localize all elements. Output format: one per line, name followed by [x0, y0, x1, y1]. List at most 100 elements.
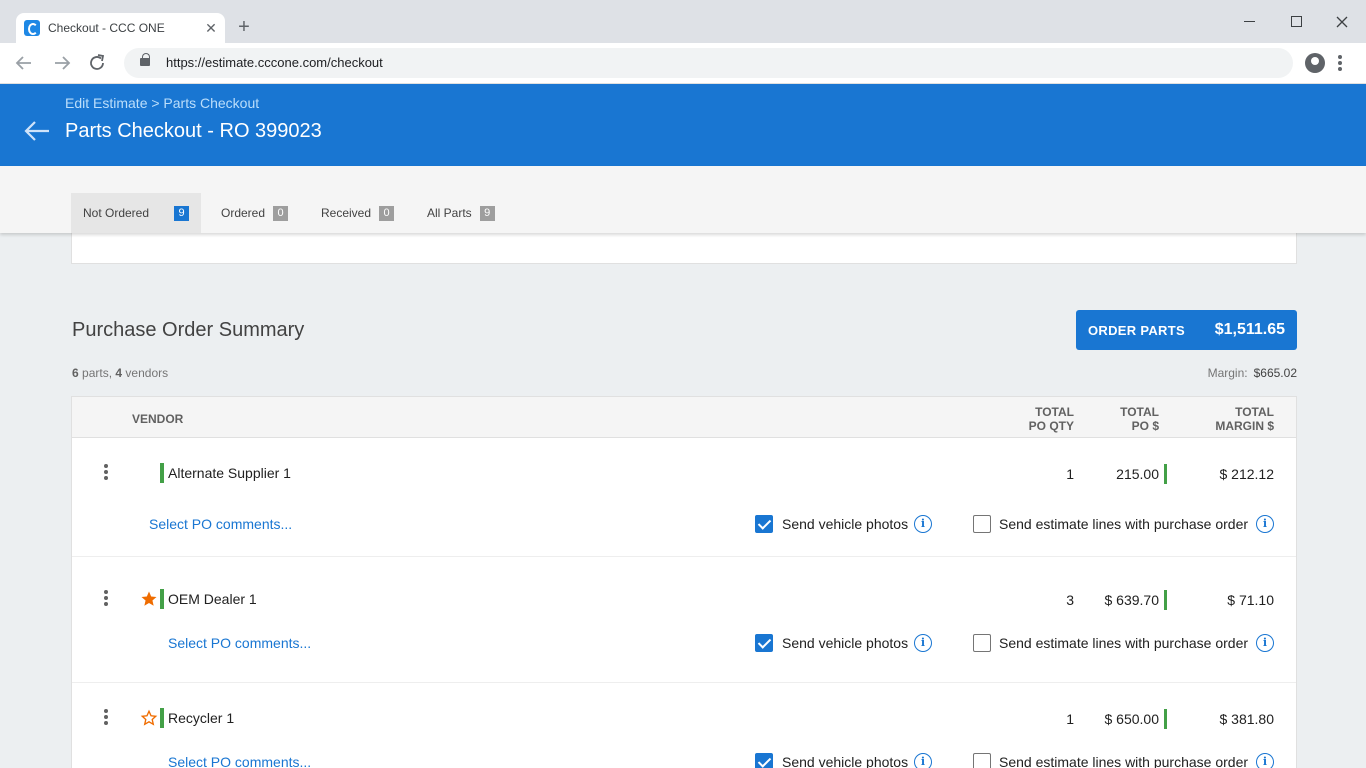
- margin-value: $665.02: [1253, 366, 1297, 380]
- header-vendor: VENDOR: [132, 412, 184, 426]
- send-lines-label: Send estimate lines with purchase order: [999, 635, 1249, 651]
- info-icon[interactable]: i: [914, 753, 932, 768]
- info-icon[interactable]: i: [914, 515, 932, 533]
- count-badge: 0: [379, 205, 395, 221]
- send-lines-checkbox[interactable]: [973, 634, 991, 652]
- order-parts-amount: $1,511.65: [1214, 321, 1285, 338]
- header-po-line1: TOTAL: [1120, 405, 1159, 419]
- tab-not-ordered[interactable]: Not Ordered 9: [71, 193, 201, 233]
- po-comments-link[interactable]: Select PO comments...: [168, 754, 311, 768]
- tab-label: All Parts: [427, 206, 472, 220]
- header-margin: TOTAL MARGIN $: [1184, 405, 1274, 433]
- po-comments-link[interactable]: Select PO comments...: [168, 635, 311, 651]
- new-tab-icon[interactable]: +: [233, 16, 255, 38]
- parts-count: 6: [72, 366, 79, 380]
- header-qty-line2: PO QTY: [1028, 419, 1074, 433]
- row-menu-icon[interactable]: [100, 709, 112, 725]
- header-po-qty: TOTAL PO QTY: [1012, 405, 1074, 433]
- vendor-status-bar: [160, 708, 164, 728]
- star-outline-icon[interactable]: [140, 709, 158, 727]
- tab-close-icon[interactable]: ✕: [203, 20, 219, 37]
- vendor-status-bar: [160, 589, 164, 609]
- send-photos-checkbox[interactable]: [755, 634, 773, 652]
- send-photos-checkbox[interactable]: [755, 753, 773, 768]
- address-bar[interactable]: https://estimate.cccone.com/checkout: [124, 48, 1293, 78]
- vendor-name[interactable]: Alternate Supplier 1: [168, 465, 291, 481]
- po-qty: 3: [1066, 592, 1074, 608]
- browser-toolbar: https://estimate.cccone.com/checkout: [0, 43, 1366, 84]
- info-icon[interactable]: i: [1256, 753, 1274, 768]
- maximize-icon[interactable]: [1284, 10, 1308, 34]
- parts-vendors-count: 6 parts, 4 vendors: [72, 366, 168, 380]
- vendor-name[interactable]: Recycler 1: [168, 710, 234, 726]
- margin-summary: Margin: $665.02: [1208, 366, 1297, 380]
- star-filled-icon[interactable]: [140, 590, 158, 608]
- forward-icon[interactable]: [50, 51, 74, 75]
- parts-tabbar: Not Ordered 9 Ordered 0 Received 0 All P…: [0, 166, 1366, 233]
- send-lines-checkbox[interactable]: [973, 515, 991, 533]
- tab-label: Ordered: [221, 206, 266, 220]
- table-header: VENDOR TOTAL PO QTY TOTAL PO $ TOTAL MAR…: [72, 397, 1296, 438]
- reload-icon[interactable]: [85, 51, 109, 75]
- count-badge: 9: [479, 205, 495, 221]
- browser-tab[interactable]: Checkout - CCC ONE ✕: [16, 13, 225, 43]
- send-photos-label: Send vehicle photos: [782, 516, 909, 532]
- tab-label: Received: [321, 206, 372, 220]
- parts-card-bottom: [71, 233, 1297, 264]
- po-status-bar: [1164, 464, 1167, 484]
- breadcrumb[interactable]: Edit Estimate > Parts Checkout: [65, 95, 259, 111]
- vendors-word: vendors: [125, 366, 169, 380]
- profile-icon[interactable]: [1305, 53, 1325, 73]
- tab-ordered[interactable]: Ordered 0: [209, 193, 300, 233]
- po-qty: 1: [1066, 466, 1074, 482]
- header-margin-line2: MARGIN $: [1215, 419, 1274, 433]
- page-title: Parts Checkout - RO 399023: [65, 120, 322, 142]
- info-icon[interactable]: i: [1256, 634, 1274, 652]
- count-badge: 0: [273, 205, 289, 221]
- vendor-row: Alternate Supplier 1 1 215.00 $ 212.12 S…: [72, 438, 1296, 557]
- order-parts-button[interactable]: ORDER PARTS $1,511.65: [1076, 310, 1297, 350]
- margin-total: $ 212.12: [1219, 466, 1275, 482]
- send-photos-label: Send vehicle photos: [782, 635, 909, 651]
- info-icon[interactable]: i: [914, 634, 932, 652]
- tab-label: Not Ordered: [83, 206, 150, 220]
- send-photos-label: Send vehicle photos: [782, 754, 909, 768]
- minimize-icon[interactable]: [1238, 10, 1262, 34]
- send-photos-checkbox[interactable]: [755, 515, 773, 533]
- ccc-favicon-icon: [24, 20, 40, 36]
- back-icon[interactable]: [12, 51, 36, 75]
- vendors-count: 4: [115, 366, 123, 380]
- lock-icon: [140, 53, 150, 66]
- po-total: 215.00: [1116, 466, 1159, 482]
- header-margin-line1: TOTAL: [1235, 405, 1274, 419]
- po-comments-link[interactable]: Select PO comments...: [149, 516, 292, 532]
- header-qty-line1: TOTAL: [1035, 405, 1074, 419]
- tab-all-parts[interactable]: All Parts 9: [415, 193, 507, 233]
- parts-word: parts,: [82, 366, 113, 380]
- po-qty: 1: [1066, 711, 1074, 727]
- row-menu-icon[interactable]: [100, 590, 112, 606]
- margin-total: $ 71.10: [1227, 592, 1274, 608]
- row-menu-icon[interactable]: [100, 464, 112, 480]
- po-total: $ 650.00: [1104, 711, 1160, 727]
- url-text[interactable]: https://estimate.cccone.com/checkout: [166, 55, 383, 70]
- po-status-bar: [1164, 590, 1167, 610]
- margin-total: $ 381.80: [1219, 711, 1275, 727]
- vendor-row: OEM Dealer 1 3 $ 639.70 $ 71.10 Select P…: [72, 564, 1296, 683]
- count-badge: 9: [174, 205, 189, 221]
- send-lines-label: Send estimate lines with purchase order: [999, 516, 1249, 532]
- browser-tabstrip: Checkout - CCC ONE ✕ +: [0, 0, 1366, 43]
- window-close-icon[interactable]: [1330, 10, 1354, 34]
- tab-received[interactable]: Received 0: [309, 193, 406, 233]
- info-icon[interactable]: i: [1256, 515, 1274, 533]
- summary-title: Purchase Order Summary: [72, 319, 305, 341]
- app-header: Edit Estimate > Parts Checkout Parts Che…: [0, 84, 1366, 166]
- send-lines-checkbox[interactable]: [973, 753, 991, 768]
- purchase-order-table: VENDOR TOTAL PO QTY TOTAL PO $ TOTAL MAR…: [71, 396, 1297, 768]
- back-arrow-icon[interactable]: [22, 119, 52, 143]
- po-status-bar: [1164, 709, 1167, 729]
- order-parts-label: ORDER PARTS: [1088, 322, 1185, 338]
- browser-menu-icon[interactable]: [1332, 51, 1348, 75]
- vendor-name[interactable]: OEM Dealer 1: [168, 591, 257, 607]
- header-po-line2: PO $: [1131, 419, 1159, 433]
